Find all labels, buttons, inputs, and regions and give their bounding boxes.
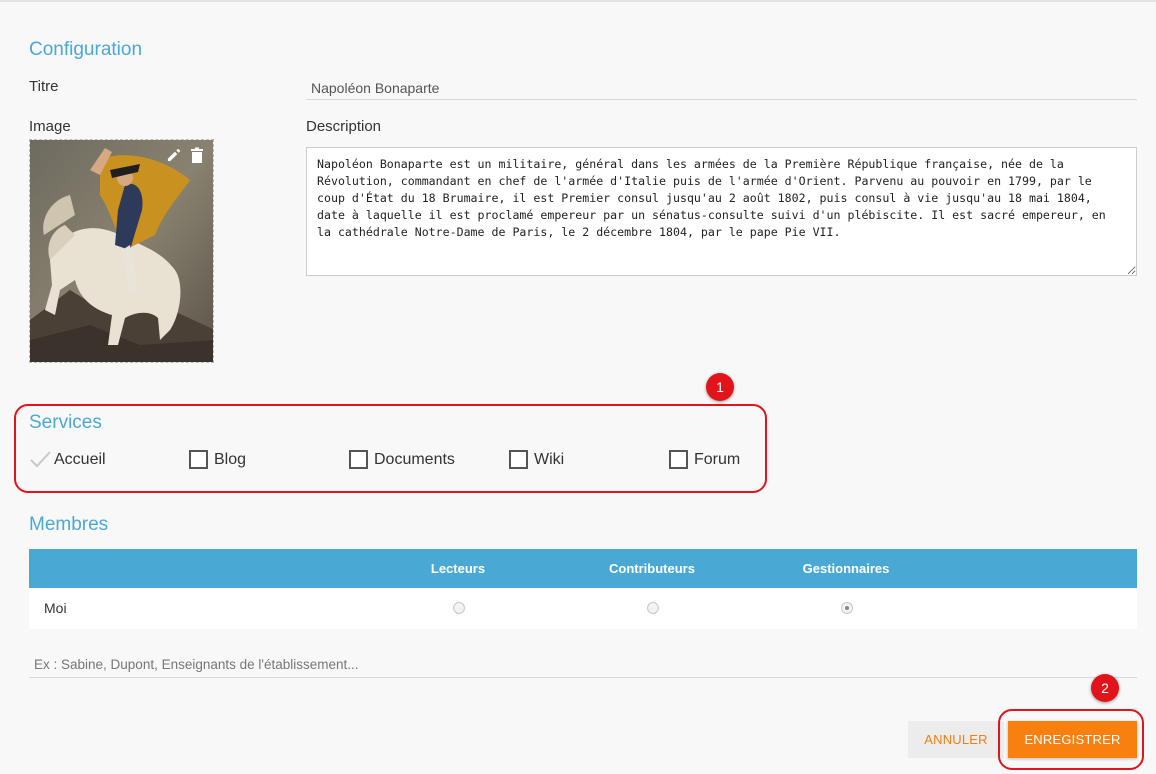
radio-contributeurs[interactable] [647, 602, 659, 614]
description-textarea[interactable]: Napoléon Bonaparte est un militaire, gén… [306, 147, 1137, 276]
annotation-box-services [14, 404, 767, 493]
members-heading: Membres [29, 514, 109, 535]
title-input[interactable] [306, 76, 1137, 100]
table-row: Moi [29, 588, 1137, 629]
image-preview[interactable] [29, 139, 214, 363]
radio-gestionnaires[interactable] [841, 602, 853, 614]
annotation-box-save [998, 709, 1144, 770]
cancel-button[interactable]: ANNULER [908, 721, 1004, 758]
annotation-badge-1: 1 [706, 373, 734, 401]
description-label: Description [306, 118, 382, 135]
column-lecteurs: Lecteurs [430, 561, 486, 576]
pencil-icon[interactable] [164, 146, 182, 164]
annotation-badge-2: 2 [1091, 674, 1119, 702]
column-contributeurs: Contributeurs [609, 561, 695, 576]
column-gestionnaires: Gestionnaires [802, 561, 890, 576]
trash-icon[interactable] [188, 146, 206, 164]
portrait-image [30, 140, 213, 362]
member-search-input[interactable] [29, 651, 1137, 678]
image-label: Image [29, 118, 71, 135]
title-label: Titre [29, 78, 59, 95]
members-table-header: Lecteurs Contributeurs Gestionnaires [29, 549, 1137, 588]
member-name: Moi [44, 600, 67, 616]
radio-lecteurs[interactable] [453, 602, 465, 614]
configuration-heading: Configuration [29, 39, 143, 60]
top-divider [0, 0, 1156, 2]
